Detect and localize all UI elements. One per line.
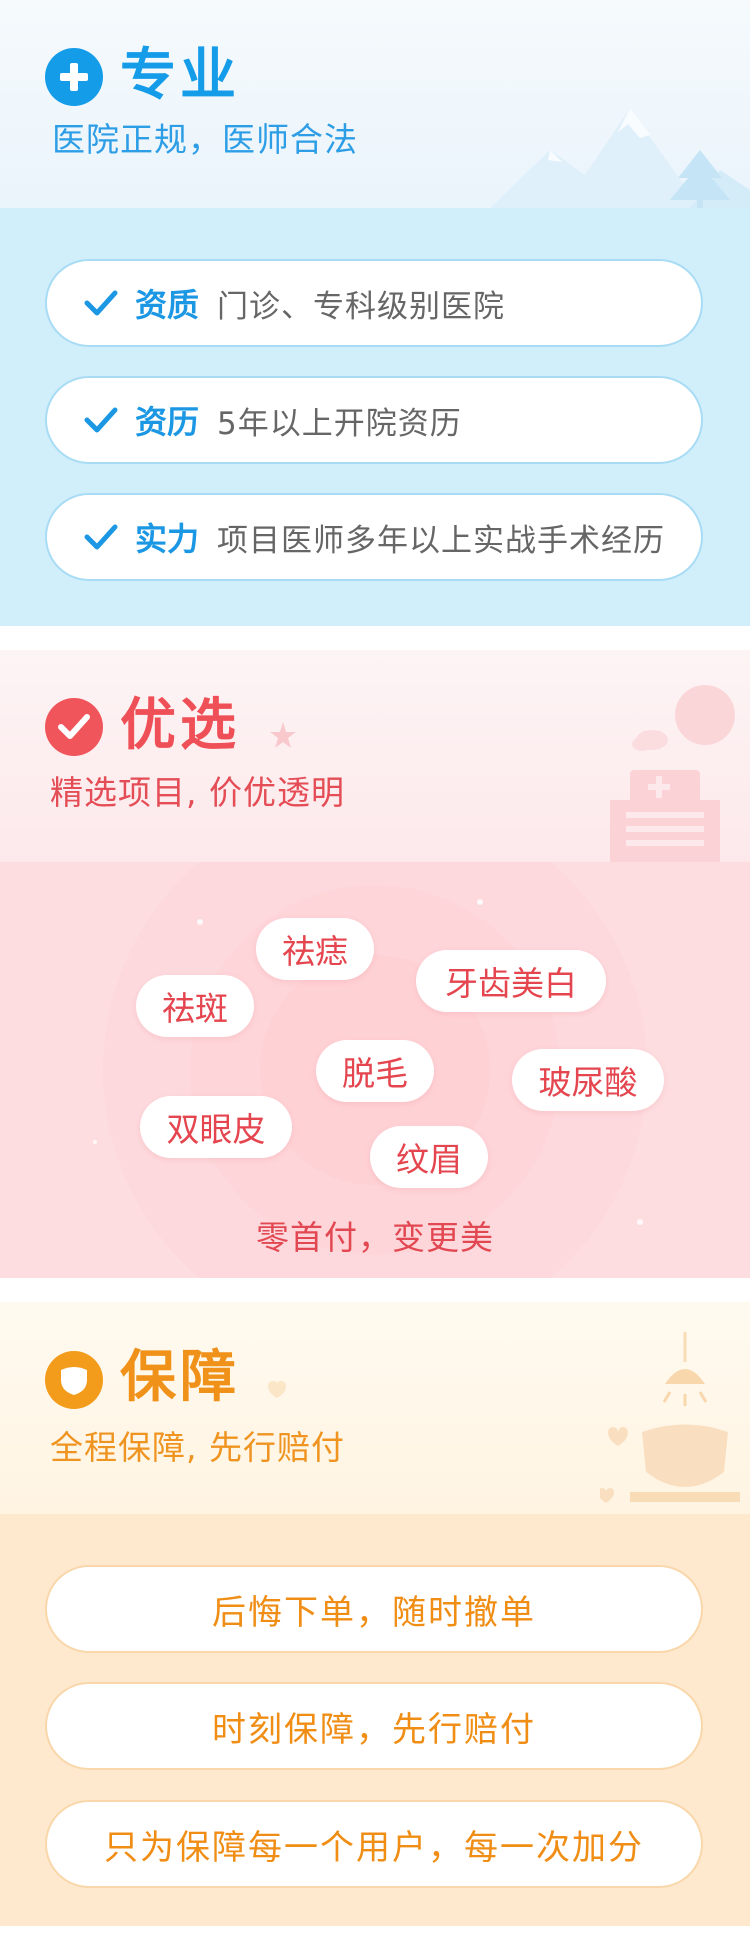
guarantee-item-text: 只为保障每一个用户，每一次加分 <box>104 1827 644 1868</box>
shield-icon <box>45 1351 103 1409</box>
mountain-illustration <box>490 108 750 208</box>
credential-value: 项目医师多年以上实战手术经历 <box>217 522 666 559</box>
check-icon <box>84 290 118 316</box>
tag-teeth-whitening[interactable]: 牙齿美白 <box>416 950 606 1012</box>
professional-subtitle: 医院正规，医师合法 <box>52 120 358 159</box>
selection-slogan: 零首付，变更美 <box>256 1218 494 1257</box>
lamp-shield-illustration <box>600 1332 740 1503</box>
credential-item: 资历 5年以上开院资历 <box>45 376 703 464</box>
credential-item: 资质 门诊、专科级别医院 <box>45 259 703 347</box>
selection-title: 优选 <box>120 693 240 758</box>
credential-key: 实力 <box>135 520 200 558</box>
tag-freckle-removal[interactable]: 祛斑 <box>136 975 254 1037</box>
hospital-illustration <box>610 685 735 862</box>
credential-value: 5年以上开院资历 <box>217 405 462 442</box>
heart-icon <box>268 1381 286 1398</box>
guarantee-title: 保障 <box>120 1345 240 1410</box>
guarantee-subtitle: 全程保障, 先行赔付 <box>50 1428 345 1467</box>
tag-hyaluronic-acid[interactable]: 玻尿酸 <box>512 1049 664 1111</box>
plus-circle-icon <box>45 48 103 106</box>
credential-item: 实力 项目医师多年以上实战手术经历 <box>45 493 703 581</box>
tag-double-eyelid[interactable]: 双眼皮 <box>140 1096 292 1158</box>
selection-header <box>0 650 750 862</box>
guarantee-item: 时刻保障，先行赔付 <box>45 1682 703 1770</box>
guarantee-item: 只为保障每一个用户，每一次加分 <box>45 1800 703 1888</box>
tag-eyebrow-tattoo[interactable]: 纹眉 <box>370 1126 488 1188</box>
tag-mole-removal[interactable]: 祛痣 <box>256 918 374 980</box>
check-mark-icon <box>58 714 90 739</box>
credential-key: 资历 <box>135 403 200 441</box>
professional-title: 专业 <box>120 43 240 108</box>
check-circle-icon <box>45 698 103 756</box>
check-icon <box>84 524 118 550</box>
guarantee-item-text: 时刻保障，先行赔付 <box>212 1709 536 1750</box>
guarantee-item-text: 后悔下单，随时撤单 <box>212 1592 536 1633</box>
guarantee-item: 后悔下单，随时撤单 <box>45 1565 703 1653</box>
check-icon <box>84 407 118 433</box>
credential-key: 资质 <box>135 286 200 324</box>
guarantee-header <box>0 1302 750 1514</box>
tag-hair-removal[interactable]: 脱毛 <box>316 1040 434 1102</box>
shield-glyph-icon <box>61 1367 87 1395</box>
selection-subtitle: 精选项目, 价优透明 <box>50 773 345 812</box>
professional-header <box>0 0 750 208</box>
star-icon <box>270 722 296 748</box>
credential-value: 门诊、专科级别医院 <box>217 288 506 325</box>
